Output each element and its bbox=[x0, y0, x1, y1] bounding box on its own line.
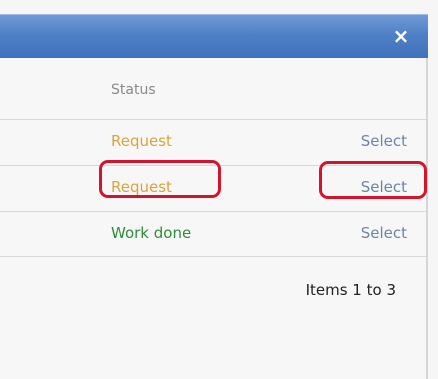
select-link[interactable]: Select bbox=[361, 132, 407, 150]
table-row: Request Select bbox=[0, 119, 428, 165]
select-link[interactable]: Select bbox=[361, 224, 407, 242]
table-row: Work done Select bbox=[0, 211, 428, 257]
results-panel: Status Request Select Request Select Wor… bbox=[0, 58, 428, 379]
status-value: Request bbox=[111, 132, 172, 150]
status-column-header: Status bbox=[111, 82, 156, 98]
dialog-window: × Status Request Select Request Select W… bbox=[0, 0, 438, 379]
table-header: Status bbox=[0, 78, 428, 106]
dialog-titlebar: × bbox=[0, 14, 428, 58]
close-icon[interactable]: × bbox=[388, 23, 414, 49]
items-count-text: Items 1 to 3 bbox=[305, 281, 396, 299]
status-value: Request bbox=[111, 178, 172, 196]
status-value: Work done bbox=[111, 224, 192, 242]
table-row: Request Select bbox=[0, 165, 428, 211]
select-link[interactable]: Select bbox=[361, 178, 407, 196]
